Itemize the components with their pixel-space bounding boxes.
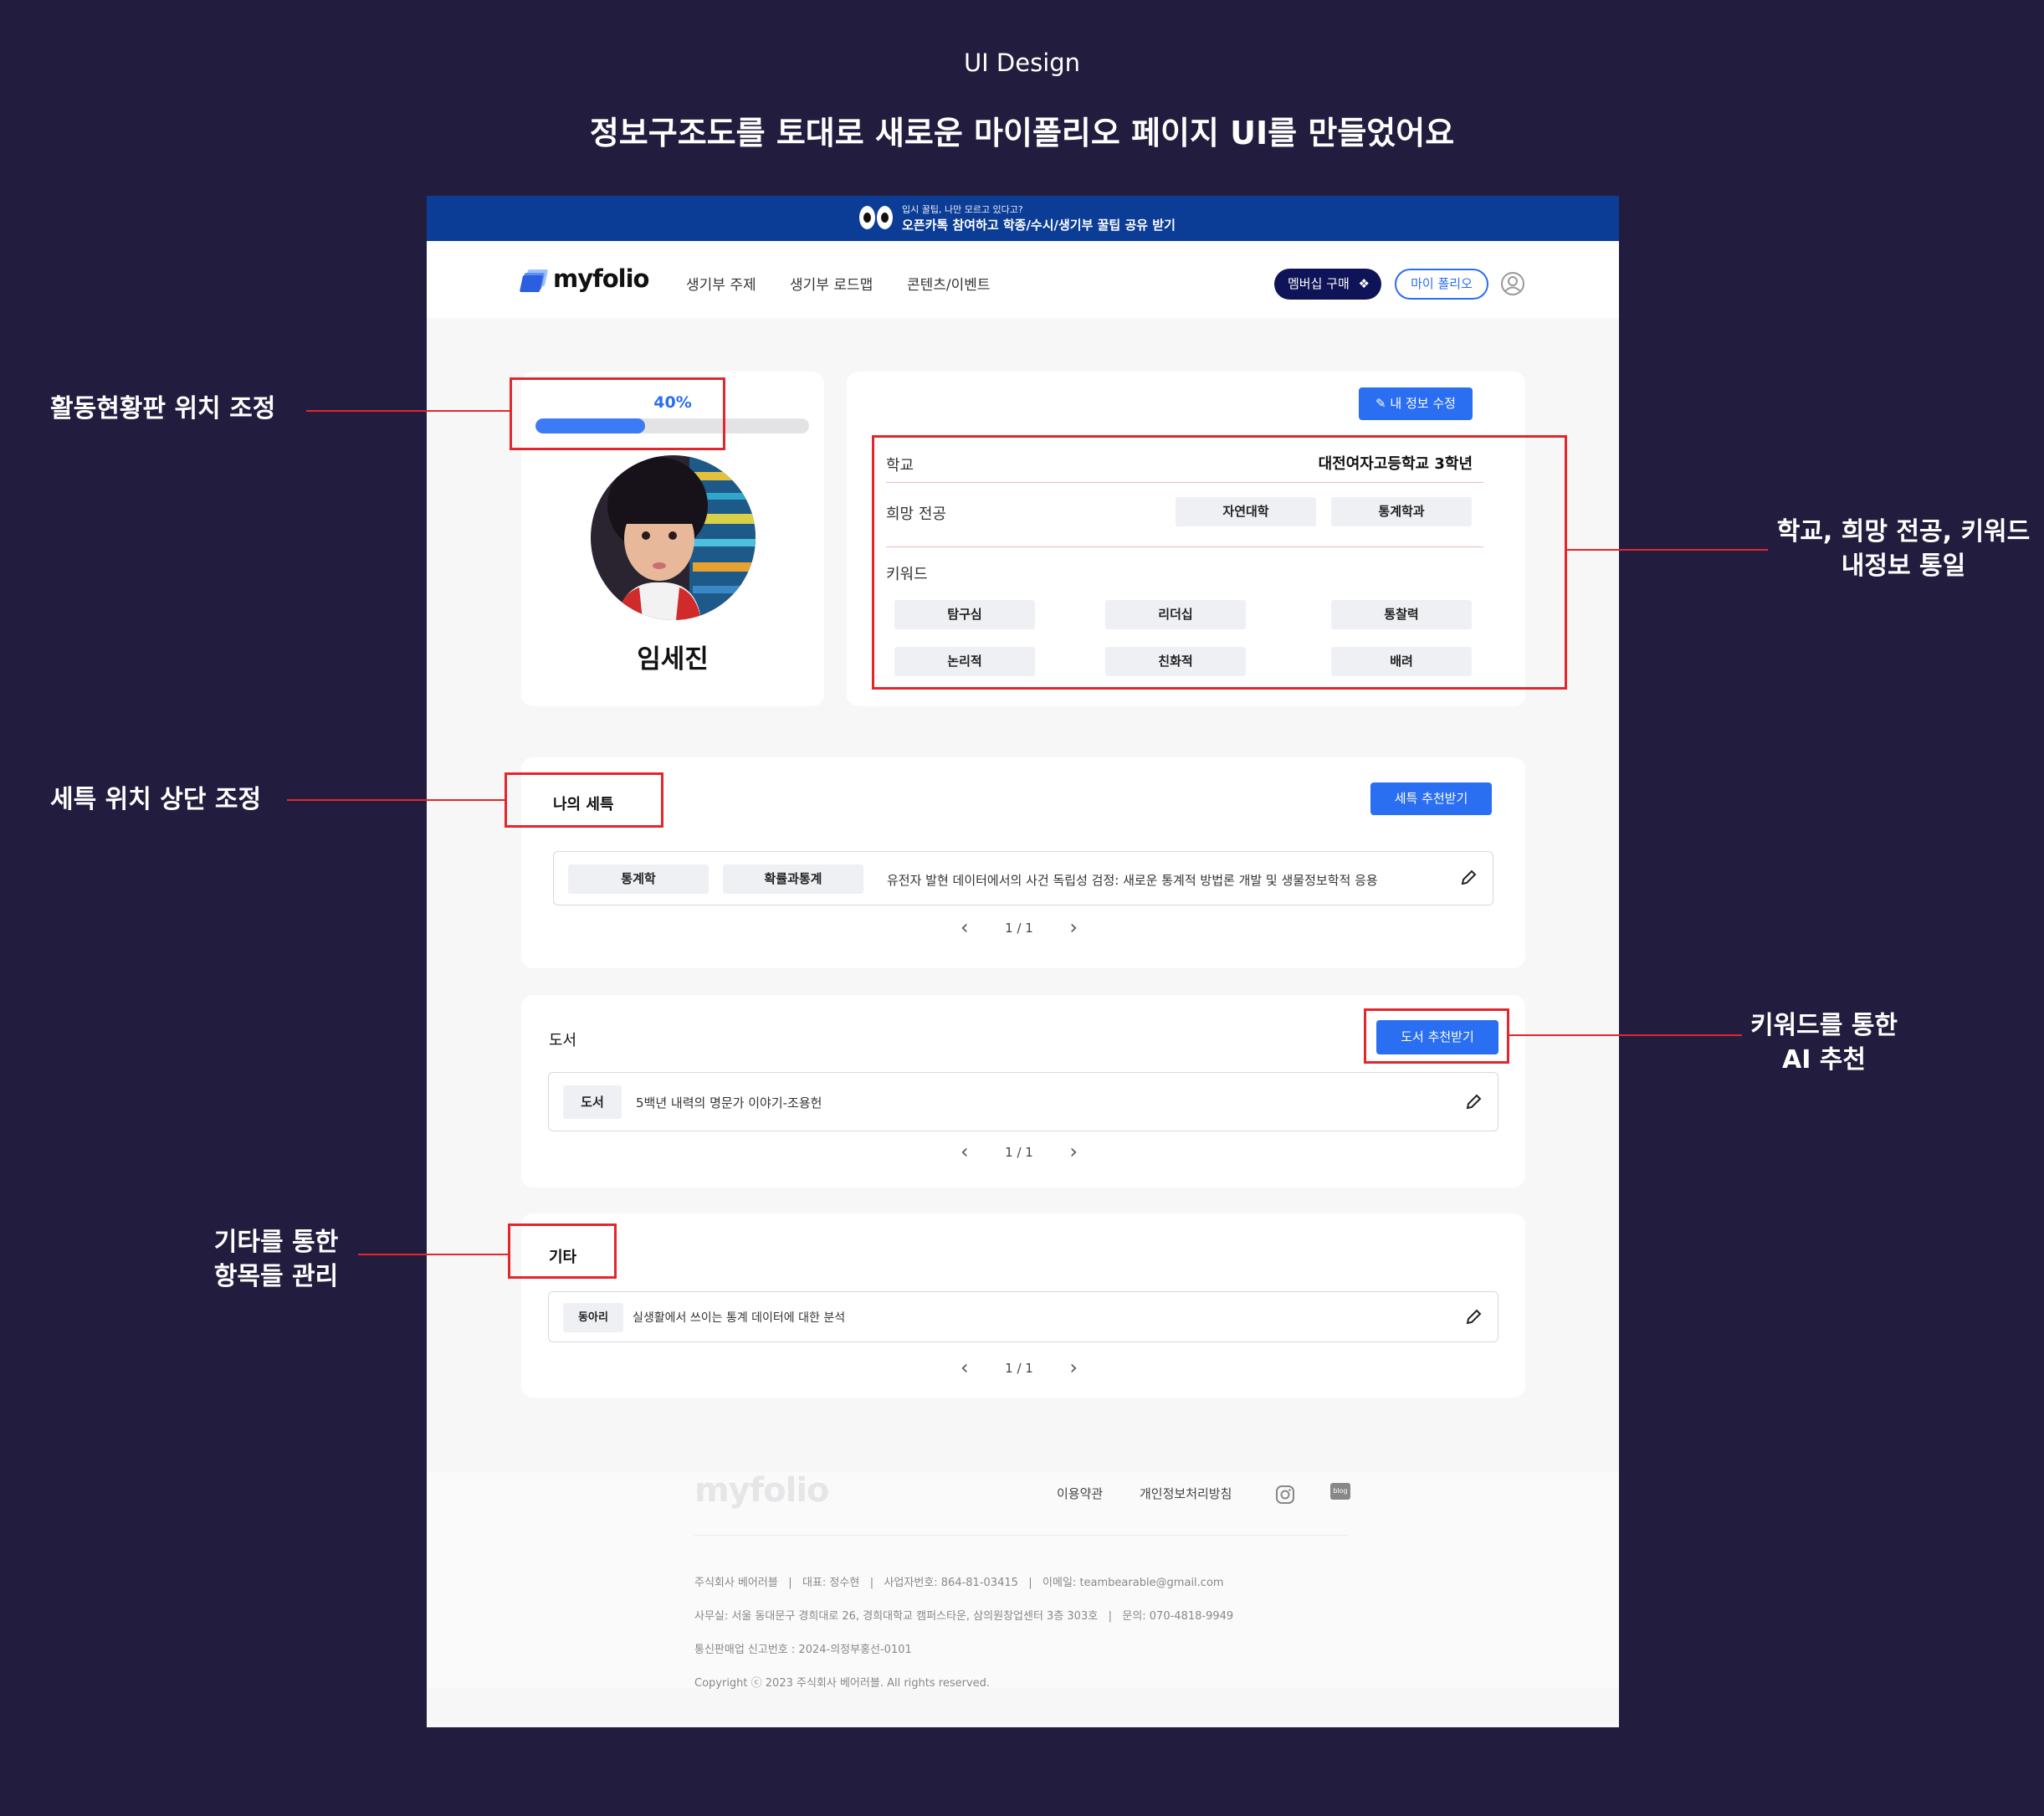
footer-address: 사무실: 서울 동대문구 경희대로 26, 경희대학교 캠퍼스타운, 삼의원창업… (694, 1610, 1234, 1623)
annotation-line: AI 추천 (1781, 1045, 1867, 1075)
subject-chip: 확률과통계 (723, 864, 863, 894)
profile-avatar (591, 455, 756, 620)
page-indicator: 1 / 1 (1005, 921, 1033, 936)
connector-line (358, 1254, 508, 1255)
seteuk-pager: ‹ 1 / 1 › (961, 916, 1078, 942)
ticket-icon: ❖ (1358, 276, 1370, 291)
chevron-right-icon[interactable]: › (1069, 916, 1078, 939)
etc-chip: 동아리 (563, 1303, 623, 1332)
privacy-link[interactable]: 개인정보처리방침 (1140, 1485, 1232, 1502)
membership-label: 멤버십 구매 (1288, 276, 1350, 291)
logo-mark-icon (519, 269, 549, 292)
user-icon[interactable] (1500, 271, 1525, 296)
etc-pager: ‹ 1 / 1 › (961, 1356, 1078, 1383)
chevron-left-icon[interactable]: ‹ (961, 916, 969, 939)
annotation-books: 키워드를 통한 AI 추천 (1740, 1008, 1908, 1077)
profile-name: 임세진 (637, 644, 709, 675)
etc-text: 실생활에서 쓰이는 통계 데이터에 대한 분석 (633, 1311, 846, 1325)
etc-card: 기타 동아리 실생활에서 쓰이는 통계 데이터에 대한 분석 ‹ 1 / 1 › (521, 1213, 1525, 1398)
banner-small-text: 입시 꿀팁, 나만 모르고 있다고? (902, 204, 1023, 215)
highlight-etc (508, 1223, 617, 1279)
connector-line (1509, 1034, 1742, 1036)
books-title: 도서 (549, 1032, 577, 1049)
nav-item-content[interactable]: 콘텐츠/이벤트 (907, 273, 991, 294)
site-footer: myfolio 이용약관 개인정보처리방침 blog 주식회사 베어러블 | 대… (427, 1471, 1619, 1690)
edit-info-label: 내 정보 수정 (1390, 396, 1456, 411)
seteuk-recommend-button[interactable]: 세특 추천받기 (1370, 782, 1492, 815)
footer-divider (694, 1535, 1347, 1536)
highlight-books (1364, 1008, 1509, 1064)
annotation-progress: 활동현황판 위치 조정 (50, 394, 276, 423)
logo-text: myfolio (553, 264, 649, 293)
connector-line (306, 410, 510, 412)
footer-copyright: Copyright ⓒ 2023 주식회사 베어러블. All rights r… (694, 1677, 991, 1690)
edit-icon: ✎ (1375, 396, 1386, 411)
subject-chip: 통계학 (568, 864, 709, 894)
chevron-right-icon[interactable]: › (1069, 1356, 1078, 1379)
annotation-line: 기타를 통한 (213, 1228, 339, 1257)
pencil-icon[interactable] (1464, 1093, 1483, 1111)
annotation-etc: 기타를 통한 항목들 관리 (192, 1225, 360, 1294)
edit-info-button[interactable]: ✎ 내 정보 수정 (1359, 387, 1473, 420)
books-pager: ‹ 1 / 1 › (961, 1140, 1078, 1167)
my-folio-button[interactable]: 마이 폴리오 (1395, 269, 1488, 300)
promo-banner[interactable]: 입시 꿀팁, 나만 모르고 있다고? 오픈카톡 참여하고 학종/수시/생기부 꿀… (427, 196, 1619, 241)
main-title: 정보구조도를 토대로 새로운 마이폴리오 페이지 UI를 만들었어요 (589, 115, 1455, 151)
etc-row[interactable]: 동아리 실생활에서 쓰이는 통계 데이터에 대한 분석 (548, 1291, 1498, 1342)
annotation-line: 키워드를 통한 (1749, 1011, 1898, 1040)
instagram-icon[interactable] (1275, 1485, 1295, 1505)
footer-company-info: 주식회사 베어러블 | 대표: 정수현 | 사업자번호: 864-81-0341… (694, 1577, 1224, 1589)
pencil-icon[interactable] (1464, 1308, 1483, 1326)
book-chip: 도서 (563, 1085, 622, 1119)
membership-button[interactable]: 멤버십 구매 ❖ (1274, 269, 1381, 300)
blog-icon[interactable]: blog (1330, 1483, 1350, 1500)
highlight-progress (510, 377, 725, 450)
annotation-line: 학교, 희망 전공, 키워드 (1776, 517, 2031, 546)
book-row[interactable]: 도서 5백년 내력의 명문가 이야기-조용헌 (548, 1072, 1498, 1131)
seteuk-text: 유전자 발현 데이터에서의 사건 독립성 검정: 새로운 통계적 방법론 개발 … (887, 873, 1378, 888)
nav-item-roadmap[interactable]: 생기부 로드맵 (790, 273, 873, 294)
footer-registration: 통신판매업 신고번호 : 2024-의정부홍선-0101 (694, 1644, 912, 1656)
nav-item-topic[interactable]: 생기부 주제 (686, 273, 756, 294)
connector-line (287, 799, 505, 801)
page-indicator: 1 / 1 (1005, 1361, 1033, 1376)
site-logo[interactable]: myfolio (519, 264, 655, 296)
chevron-left-icon[interactable]: ‹ (961, 1140, 969, 1163)
terms-link[interactable]: 이용약관 (1057, 1485, 1103, 1502)
chevron-right-icon[interactable]: › (1069, 1140, 1078, 1163)
chevron-left-icon[interactable]: ‹ (961, 1356, 969, 1379)
highlight-seteuk (505, 772, 663, 828)
eyes-icon (859, 206, 893, 231)
page-indicator: 1 / 1 (1005, 1145, 1033, 1160)
pencil-icon[interactable] (1459, 869, 1478, 887)
highlight-info (872, 435, 1567, 690)
annotation-line: 내정보 통일 (1841, 551, 1966, 581)
annotation-line: 항목들 관리 (213, 1262, 339, 1291)
seteuk-row[interactable]: 통계학 확률과통계 유전자 발현 데이터에서의 사건 독립성 검정: 새로운 통… (553, 851, 1493, 905)
book-text: 5백년 내력의 명문가 이야기-조용헌 (636, 1095, 822, 1111)
site-header: myfolio 생기부 주제 생기부 로드맵 콘텐츠/이벤트 멤버십 구매 ❖ … (427, 241, 1619, 318)
footer-logo: myfolio (694, 1471, 830, 1510)
banner-main-text: 오픈카톡 참여하고 학종/수시/생기부 꿀팁 공유 받기 (902, 218, 1176, 233)
annotation-info: 학교, 희망 전공, 키워드 내정보 통일 (1774, 515, 2033, 583)
seteuk-card: 나의 세특 세특 추천받기 통계학 확률과통계 유전자 발현 데이터에서의 사건… (521, 757, 1525, 968)
top-label: UI Design (963, 49, 1081, 77)
connector-line (1567, 549, 1768, 551)
annotation-seteuk: 세특 위치 상단 조정 (50, 785, 262, 814)
